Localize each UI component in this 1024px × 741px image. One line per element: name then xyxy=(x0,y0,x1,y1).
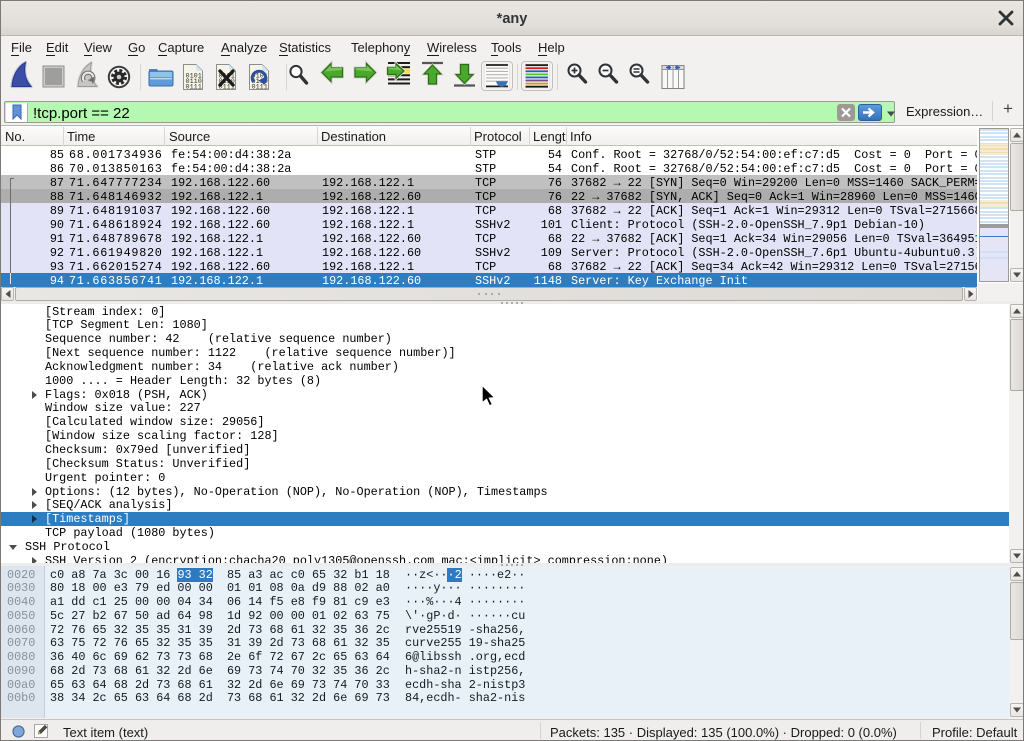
svg-text:0111: 0111 xyxy=(186,84,202,92)
svg-text:0111: 0111 xyxy=(252,84,268,92)
